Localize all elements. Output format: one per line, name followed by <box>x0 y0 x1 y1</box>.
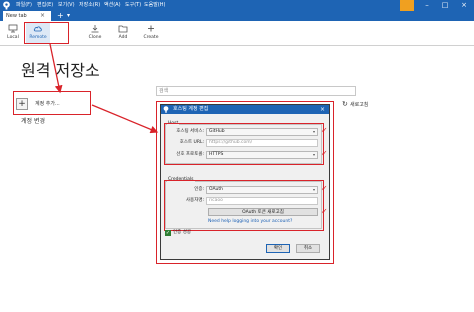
help-login-link[interactable]: Need help logging into your account? <box>208 219 292 225</box>
annotation-check-icon: ✓ <box>321 184 328 193</box>
cancel-button[interactable]: 취소 <box>296 244 320 253</box>
preferred-protocol-label: 선호 프로토콜: <box>176 152 204 157</box>
chevron-down-icon: ▾ <box>312 187 315 192</box>
preferred-protocol-value: HTTPS <box>209 152 224 157</box>
username-value: ricaoo <box>209 198 223 203</box>
auth-value: OAuth <box>209 187 224 192</box>
check-icon: ✓ <box>165 230 171 236</box>
hosting-service-value: GitHub <box>209 129 225 134</box>
annotation-check-icon: ✓ <box>321 126 328 135</box>
preferred-protocol-select[interactable]: HTTPS ▾ <box>206 151 318 159</box>
dialog-logo-icon <box>163 106 169 113</box>
annotation-arrow-1 <box>49 43 63 94</box>
auth-success-label: 인증 성공 <box>173 230 191 235</box>
dialog-close-icon[interactable]: × <box>320 105 325 114</box>
username-input[interactable]: ricaoo <box>206 197 318 205</box>
annotation-check-icon: ✓ <box>321 207 328 216</box>
auth-label: 인증: <box>194 187 204 192</box>
chevron-down-icon: ▾ <box>312 129 315 134</box>
hosting-service-select[interactable]: GitHub ▾ <box>206 128 318 136</box>
refresh-oauth-token-button[interactable]: OAuth 토큰 새로고침 <box>208 208 318 216</box>
hosting-service-label: 호스팅 서비스: <box>176 129 204 134</box>
host-url-label: 호스트 URL: <box>179 140 204 145</box>
annotation-check-icon: ✓ <box>321 149 328 158</box>
host-url-input[interactable]: https://github.com/ <box>206 139 318 147</box>
auth-select[interactable]: OAuth ▾ <box>206 186 318 194</box>
host-url-placeholder: https://github.com/ <box>209 140 253 145</box>
ok-button[interactable]: 확인 <box>266 244 290 253</box>
annotation-arrow-2 <box>91 104 159 134</box>
dialog-title: 호스팅 계정 편집 <box>173 106 209 112</box>
username-label: 사용자명: <box>185 198 204 203</box>
chevron-down-icon: ▾ <box>312 152 315 157</box>
